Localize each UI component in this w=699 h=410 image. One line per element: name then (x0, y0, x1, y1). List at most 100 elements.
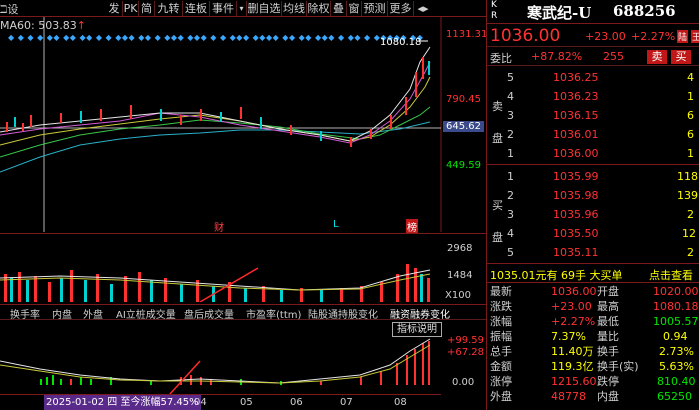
indicator-chart-canvas[interactable] (0, 321, 441, 394)
ask-row[interactable]: 1 1036.00 1 (487, 144, 699, 163)
toolbar-lianban-button[interactable]: 连板 (183, 1, 210, 16)
weibi-value: +87.82% (531, 50, 583, 63)
buy-button[interactable]: 买 (671, 50, 691, 64)
ask-level: 4 (507, 90, 514, 103)
tab-pe-ttm[interactable]: 市盈率(ttm) (246, 306, 301, 321)
stat-label: 内盘 (597, 390, 619, 403)
volume-bars (4, 264, 430, 302)
stat-label: 涨幅 (490, 315, 512, 328)
bid-row[interactable]: 4 1035.50 12 (487, 224, 699, 243)
tab-turnover[interactable]: 换手率 (10, 306, 40, 321)
toolbar-jian-button[interactable]: 简 (139, 1, 155, 16)
stat-value: 1215.60 (551, 375, 597, 388)
toolbar-ma-button[interactable]: 均线 (282, 1, 307, 16)
stat-label: 跌停 (597, 375, 619, 388)
volume-axis-mid: 1484 (447, 270, 473, 281)
toolbar-overlay-button[interactable]: 叠 (331, 1, 347, 16)
bid-volume: 12 (682, 227, 696, 240)
ask-row[interactable]: 4 1036.23 1 (487, 87, 699, 106)
ranking-tag[interactable]: 榜 (406, 219, 418, 234)
stat-row: 最新 1036.00 开盘 1020.00 (487, 284, 699, 299)
price-change-pct: +2.27% (631, 30, 676, 43)
ask-level: 1 (507, 147, 514, 160)
x-label-06: 06 (290, 397, 303, 408)
margin-badge[interactable]: 王 (691, 30, 699, 43)
bid-row[interactable]: 1 1035.99 118 (487, 167, 699, 186)
mode-k-label[interactable]: K (491, 0, 497, 10)
range-change-label[interactable]: 2025-01-02 四 至今涨幅57.45% (44, 395, 201, 410)
stat-value: 48778 (551, 390, 586, 403)
bid-level: 1 (507, 170, 514, 183)
indicator-axis-zero: 0.00 (452, 377, 475, 388)
tab-inner-volume[interactable]: 内盘 (52, 306, 72, 321)
toolbar-event-dropdown[interactable]: ▾ (237, 1, 247, 16)
stat-label: 涨跌 (490, 300, 512, 313)
toolbar-pk-button[interactable]: PK (123, 1, 139, 16)
candle (22, 123, 24, 131)
candle (100, 109, 102, 121)
toolbar-jiuzhuan-button[interactable]: 九转 (155, 1, 183, 16)
ask-row[interactable]: 3 1036.15 6 (487, 106, 699, 125)
toolbar-event-button[interactable]: 事件 (210, 1, 237, 16)
ask-row[interactable]: 5 1036.25 4 (487, 68, 699, 87)
stat-value: +2.27% (551, 315, 596, 328)
tab-after-hours-volume[interactable]: 盘后成交量 (184, 306, 234, 321)
price-chart-canvas[interactable] (0, 17, 486, 232)
candle (320, 131, 322, 141)
bid-price: 1035.11 (553, 246, 599, 259)
bid-volume: 2 (687, 246, 694, 259)
ask-volume: 4 (687, 71, 694, 84)
bid-row[interactable]: 5 1035.11 2 (487, 243, 699, 262)
stat-row: 金额 119.3亿 换手(实) 5.63% (487, 359, 699, 374)
bid-book: 买盘 1 1035.99 118 2 1035.98 139 3 1035.96… (487, 166, 699, 264)
toolbar-nav-arrows[interactable]: ◂▸ (414, 1, 432, 16)
kline-chart-area[interactable]: ℶ设 发 PK 简 九转 连板 事件 ▾ 删自选 均线 除权 叠 窗 预测 更多… (0, 0, 487, 410)
stat-label: 最高 (597, 300, 619, 313)
ask-volume: 6 (687, 109, 694, 122)
stat-value: 5.63% (659, 360, 694, 373)
toolbar-exright-button[interactable]: 除权 (307, 1, 331, 16)
annotation-arrow-lower (169, 360, 201, 394)
candle (370, 129, 372, 139)
connect-badge[interactable]: 陆 (677, 30, 689, 43)
weicha-value: 255 (603, 50, 624, 63)
toolbar-more-button[interactable]: 更多 (388, 1, 414, 16)
bid-row[interactable]: 3 1035.96 2 (487, 205, 699, 224)
indicator-axis-top: +99.59 (447, 335, 485, 346)
ask-row[interactable]: 2 1036.01 6 (487, 125, 699, 144)
stat-value: 1080.18 (653, 300, 699, 313)
mode-r-label[interactable]: R (491, 11, 497, 21)
toolbar-delete-watchlist-button[interactable]: 删自选 (247, 1, 282, 16)
stat-value: 2.73% (659, 345, 694, 358)
stat-row: 振幅 7.37% 量比 0.94 (487, 329, 699, 344)
toolbar-left-label: ℶ设 (0, 3, 19, 16)
big-order-row[interactable]: 1035.01元有 69手 大买单 点击查看 (487, 265, 699, 283)
high-price-label: 1080.18 (380, 37, 422, 48)
stat-label: 涨停 (490, 375, 512, 388)
candle (415, 72, 417, 97)
stat-value: +23.00 (551, 300, 592, 313)
tab-northbound[interactable]: 陆股通持股变化 (308, 306, 378, 321)
sell-button[interactable]: 卖 (647, 50, 667, 64)
ask-price: 1036.15 (553, 109, 599, 122)
stat-row: 涨跌 +23.00 最高 1080.18 (487, 299, 699, 314)
toolbar-forecast-button[interactable]: 预测 (362, 1, 388, 16)
candle (260, 117, 262, 129)
toolbar-window-button[interactable]: 窗 (347, 1, 362, 16)
bid-row[interactable]: 2 1035.98 139 (487, 186, 699, 205)
stat-label: 总手 (490, 345, 512, 358)
chart-toolbar: ℶ设 发 PK 简 九转 连板 事件 ▾ 删自选 均线 除权 叠 窗 预测 更多… (0, 0, 486, 17)
stat-row: 外盘 48778 内盘 65250 (487, 389, 699, 404)
volume-chart-canvas[interactable] (0, 234, 441, 302)
l-tag[interactable]: L (333, 219, 339, 230)
toolbar-fa-button[interactable]: 发 (106, 1, 123, 16)
finance-tag[interactable]: 财 (214, 219, 224, 234)
ask-level: 3 (507, 109, 514, 122)
tab-margin[interactable]: 融资融券变化 (390, 306, 450, 321)
ask-book: 卖盘 5 1036.25 4 4 1036.23 1 3 1036.15 6 2… (487, 67, 699, 165)
ask-volume: 6 (687, 128, 694, 141)
tab-ai-volume[interactable]: AI立桩成交量 (116, 306, 176, 321)
current-price-axis-label: 645.62 (443, 121, 484, 132)
tab-outer-volume[interactable]: 外盘 (83, 306, 103, 321)
click-view-link[interactable]: 点击查看 (649, 267, 693, 283)
